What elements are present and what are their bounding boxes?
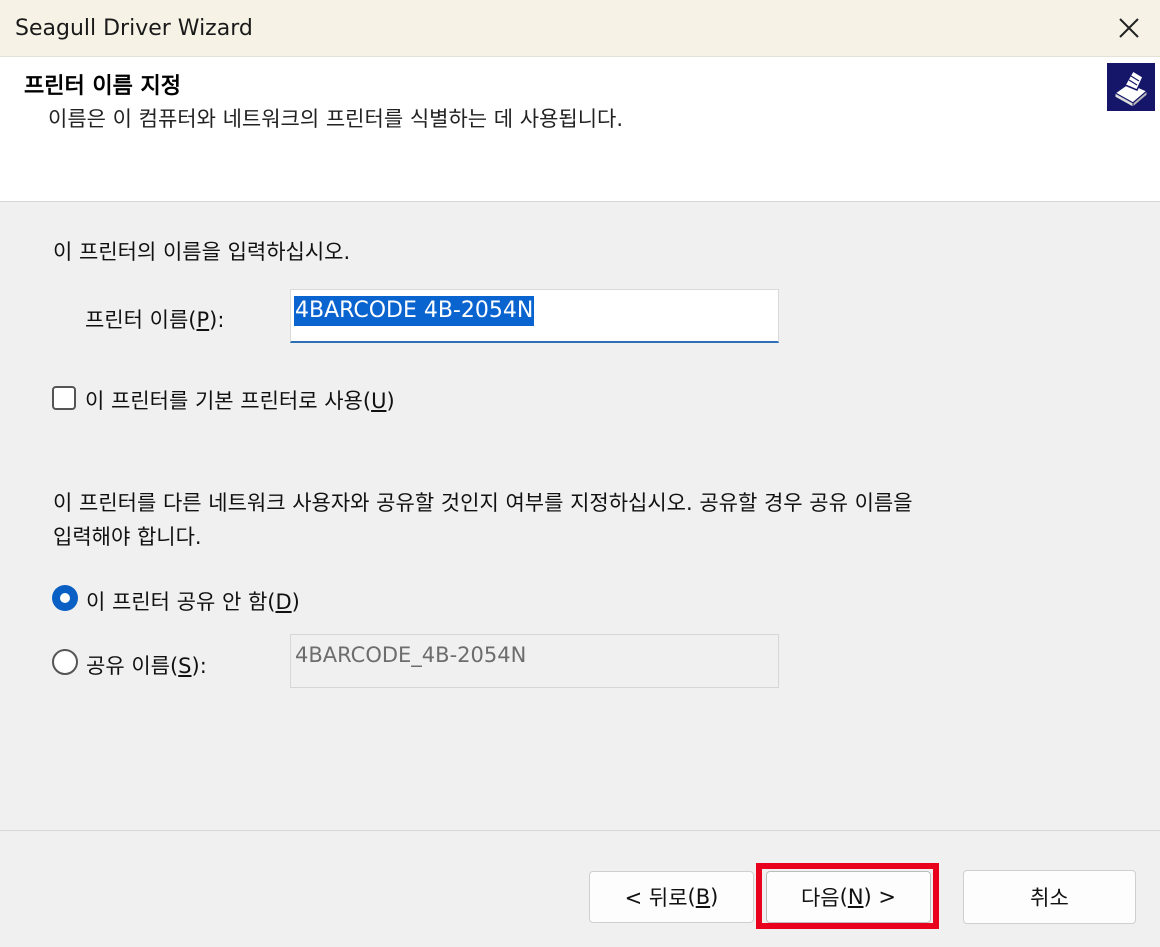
close-icon xyxy=(1119,18,1139,38)
wizard-window: Seagull Driver Wizard 프린터 이름 지정 이름은 이 컴퓨… xyxy=(0,0,1160,947)
default-printer-label[interactable]: 이 프린터를 기본 프린터로 사용(U) xyxy=(85,385,395,415)
printer-name-value: 4BARCODE 4B-2054N xyxy=(294,296,535,326)
no-share-label[interactable]: 이 프린터 공유 안 함(D) xyxy=(86,586,300,616)
share-name-radio[interactable] xyxy=(52,649,78,675)
next-button-highlight xyxy=(756,863,939,929)
radio-dot-icon xyxy=(60,593,70,603)
page-subtitle: 이름은 이 컴퓨터와 네트워크의 프린터를 식별하는 데 사용됩니다. xyxy=(48,107,624,131)
share-prompt-line2: 입력해야 합니다. xyxy=(53,525,202,549)
share-name-label[interactable]: 공유 이름(S): xyxy=(86,650,207,680)
share-name-value: 4BARCODE_4B-2054N xyxy=(295,643,527,667)
name-prompt: 이 프린터의 이름을 입력하십시오. xyxy=(53,240,351,264)
title-bar: Seagull Driver Wizard xyxy=(0,0,1160,57)
default-printer-checkbox[interactable] xyxy=(52,386,76,410)
close-button[interactable] xyxy=(1098,0,1160,56)
printer-wizard-icon xyxy=(1107,63,1155,111)
window-title: Seagull Driver Wizard xyxy=(15,16,253,41)
cancel-button[interactable]: 취소 xyxy=(963,870,1136,924)
wizard-header: 프린터 이름 지정 이름은 이 컴퓨터와 네트워크의 프린터를 식별하는 데 사… xyxy=(0,57,1160,202)
printer-name-input[interactable]: 4BARCODE 4B-2054N xyxy=(290,289,779,343)
printer-name-label: 프린터 이름(P): xyxy=(85,308,225,332)
share-name-input: 4BARCODE_4B-2054N xyxy=(290,634,779,688)
back-button[interactable]: < 뒤로(B) xyxy=(589,871,754,923)
share-prompt-line1: 이 프린터를 다른 네트워크 사용자와 공유할 것인지 여부를 지정하십시오. … xyxy=(53,491,913,515)
no-share-radio[interactable] xyxy=(52,585,78,611)
page-title: 프린터 이름 지정 xyxy=(24,74,181,99)
